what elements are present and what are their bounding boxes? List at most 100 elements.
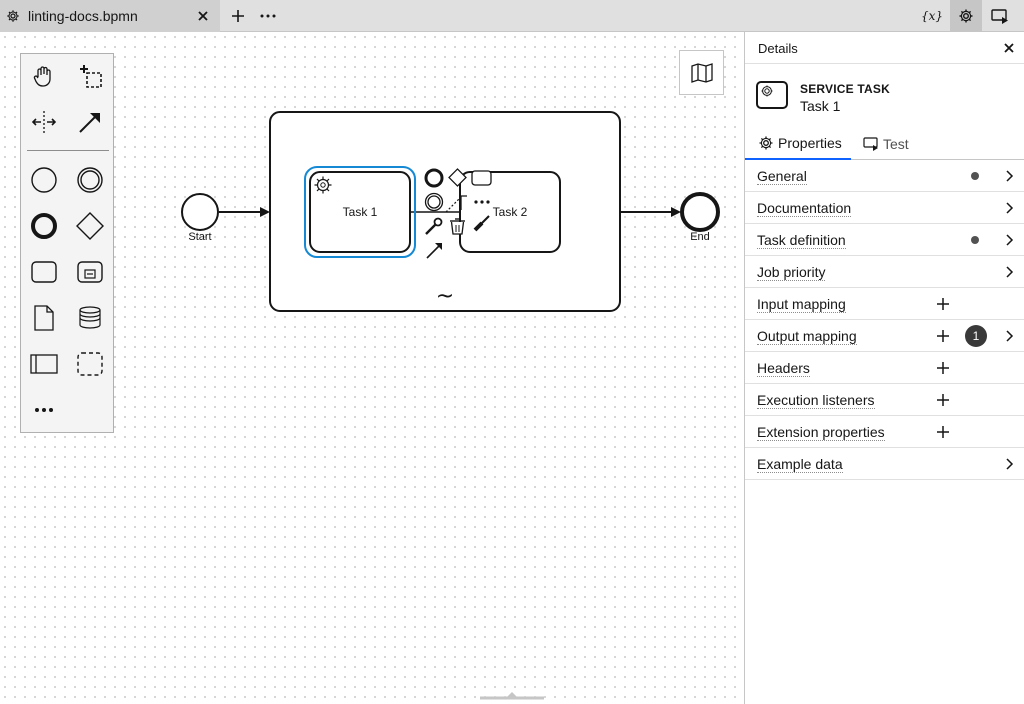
- variables-button[interactable]: {x}: [916, 0, 948, 32]
- group-label: Execution listeners: [757, 392, 875, 409]
- add-icon[interactable]: [935, 424, 951, 440]
- subprocess-icon: [77, 261, 103, 283]
- element-type: SERVICE TASK: [800, 82, 890, 96]
- group-task-definition[interactable]: Task definition: [745, 224, 1024, 256]
- group-label: Job priority: [757, 264, 826, 281]
- append-task-icon[interactable]: [471, 170, 492, 186]
- count-badge: 1: [965, 325, 987, 347]
- end-event-label: End: [690, 231, 710, 243]
- append-intermediate-event-icon[interactable]: [424, 192, 444, 212]
- bottom-panel-handle[interactable]: [480, 690, 544, 704]
- group-label: Headers: [757, 360, 810, 377]
- space-tool-icon: [31, 111, 57, 133]
- global-connect-tool[interactable]: [72, 104, 108, 140]
- data-indicator-dot: [971, 172, 979, 180]
- chevron-right-icon: [1006, 330, 1014, 342]
- task-icon: [31, 261, 57, 283]
- chevron-right-icon: [1006, 458, 1014, 470]
- task-1-label: Task 1: [343, 205, 378, 219]
- variables-icon: {x}: [920, 9, 944, 23]
- tab-test[interactable]: Test: [863, 128, 933, 160]
- tab-test-label: Test: [883, 136, 909, 152]
- map-icon: [690, 62, 713, 83]
- create-data-store[interactable]: [72, 300, 108, 336]
- group-headers[interactable]: Headers: [745, 352, 1024, 384]
- more-elements-button[interactable]: [26, 392, 62, 428]
- chevron-right-icon: [1006, 170, 1014, 182]
- data-store-icon: [79, 306, 101, 329]
- arrow-icon: [79, 113, 100, 133]
- start-event[interactable]: [181, 193, 219, 231]
- group-example-data[interactable]: Example data: [745, 448, 1024, 480]
- append-end-event-icon[interactable]: [424, 168, 444, 188]
- delete-icon[interactable]: [450, 218, 465, 235]
- group-icon: [77, 352, 103, 376]
- sequence-flow[interactable]: [620, 207, 681, 217]
- chevron-right-icon: [1006, 202, 1014, 214]
- group-execution-listeners[interactable]: Execution listeners: [745, 384, 1024, 416]
- intermediate-event-icon: [77, 167, 103, 193]
- chevron-right-icon: [1006, 234, 1014, 246]
- data-object-icon: [34, 305, 54, 331]
- create-data-object[interactable]: [26, 300, 62, 336]
- group-label: Documentation: [757, 200, 852, 217]
- group-label: General: [757, 168, 807, 185]
- group-output-mapping[interactable]: Output mapping 1: [745, 320, 1024, 352]
- group-label: Input mapping: [757, 296, 846, 313]
- group-extension-properties[interactable]: Extension properties: [745, 416, 1024, 448]
- add-icon[interactable]: [935, 296, 951, 312]
- lasso-tool[interactable]: [72, 58, 108, 94]
- create-end-event[interactable]: [26, 208, 62, 244]
- create-intermediate-event[interactable]: [72, 162, 108, 198]
- group-job-priority[interactable]: Job priority: [745, 256, 1024, 288]
- subprocess-marker: ~: [436, 284, 454, 309]
- details-title: Details: [758, 41, 798, 56]
- lasso-icon: [80, 65, 102, 88]
- hand-tool[interactable]: [26, 58, 62, 94]
- details-panel: Details SERVICE TASK Task 1 Properties T…: [744, 32, 1024, 704]
- pool-icon: [30, 354, 58, 374]
- add-icon[interactable]: [935, 392, 951, 408]
- create-gateway[interactable]: [72, 208, 108, 244]
- minimap-toggle[interactable]: [679, 50, 724, 95]
- create-subprocess[interactable]: [72, 254, 108, 290]
- space-tool[interactable]: [26, 104, 62, 140]
- group-label: Example data: [757, 456, 843, 473]
- tool-palette: [20, 53, 114, 433]
- add-icon[interactable]: [935, 360, 951, 376]
- group-input-mapping[interactable]: Input mapping: [745, 288, 1024, 320]
- gear-icon: [759, 136, 773, 150]
- element-info: SERVICE TASK Task 1: [745, 64, 1024, 128]
- test-panel-toggle[interactable]: [984, 0, 1016, 32]
- end-event[interactable]: [680, 192, 720, 232]
- end-event-icon: [31, 213, 57, 239]
- hand-icon: [33, 66, 51, 87]
- create-task[interactable]: [26, 254, 62, 290]
- create-pool[interactable]: [26, 346, 62, 382]
- chevron-right-icon: [1006, 266, 1014, 278]
- sequence-flow[interactable]: [219, 207, 270, 217]
- screen-play-icon: [991, 9, 1008, 24]
- property-groups: General Documentation Task definition Jo…: [745, 160, 1024, 480]
- service-task-gear-icon: [314, 176, 332, 194]
- gear-icon: [959, 9, 973, 23]
- tab-properties[interactable]: Properties: [745, 128, 851, 160]
- properties-panel-toggle[interactable]: [950, 0, 982, 32]
- create-start-event[interactable]: [26, 162, 62, 198]
- details-tabs: Properties Test: [745, 128, 1024, 160]
- add-icon[interactable]: [935, 328, 951, 344]
- close-icon[interactable]: [1001, 40, 1017, 56]
- group-label: Extension properties: [757, 424, 885, 441]
- tab-properties-label: Properties: [778, 135, 842, 151]
- start-event-label: Start: [188, 231, 211, 243]
- create-group[interactable]: [72, 346, 108, 382]
- service-task-icon: [756, 81, 788, 109]
- task-2-label: Task 2: [493, 205, 528, 219]
- more-options-icon[interactable]: [474, 200, 490, 204]
- group-documentation[interactable]: Documentation: [745, 192, 1024, 224]
- element-name: Task 1: [800, 98, 841, 114]
- start-event-icon: [31, 167, 57, 193]
- data-indicator-dot: [971, 236, 979, 244]
- group-general[interactable]: General: [745, 160, 1024, 192]
- details-header: Details: [745, 32, 1024, 64]
